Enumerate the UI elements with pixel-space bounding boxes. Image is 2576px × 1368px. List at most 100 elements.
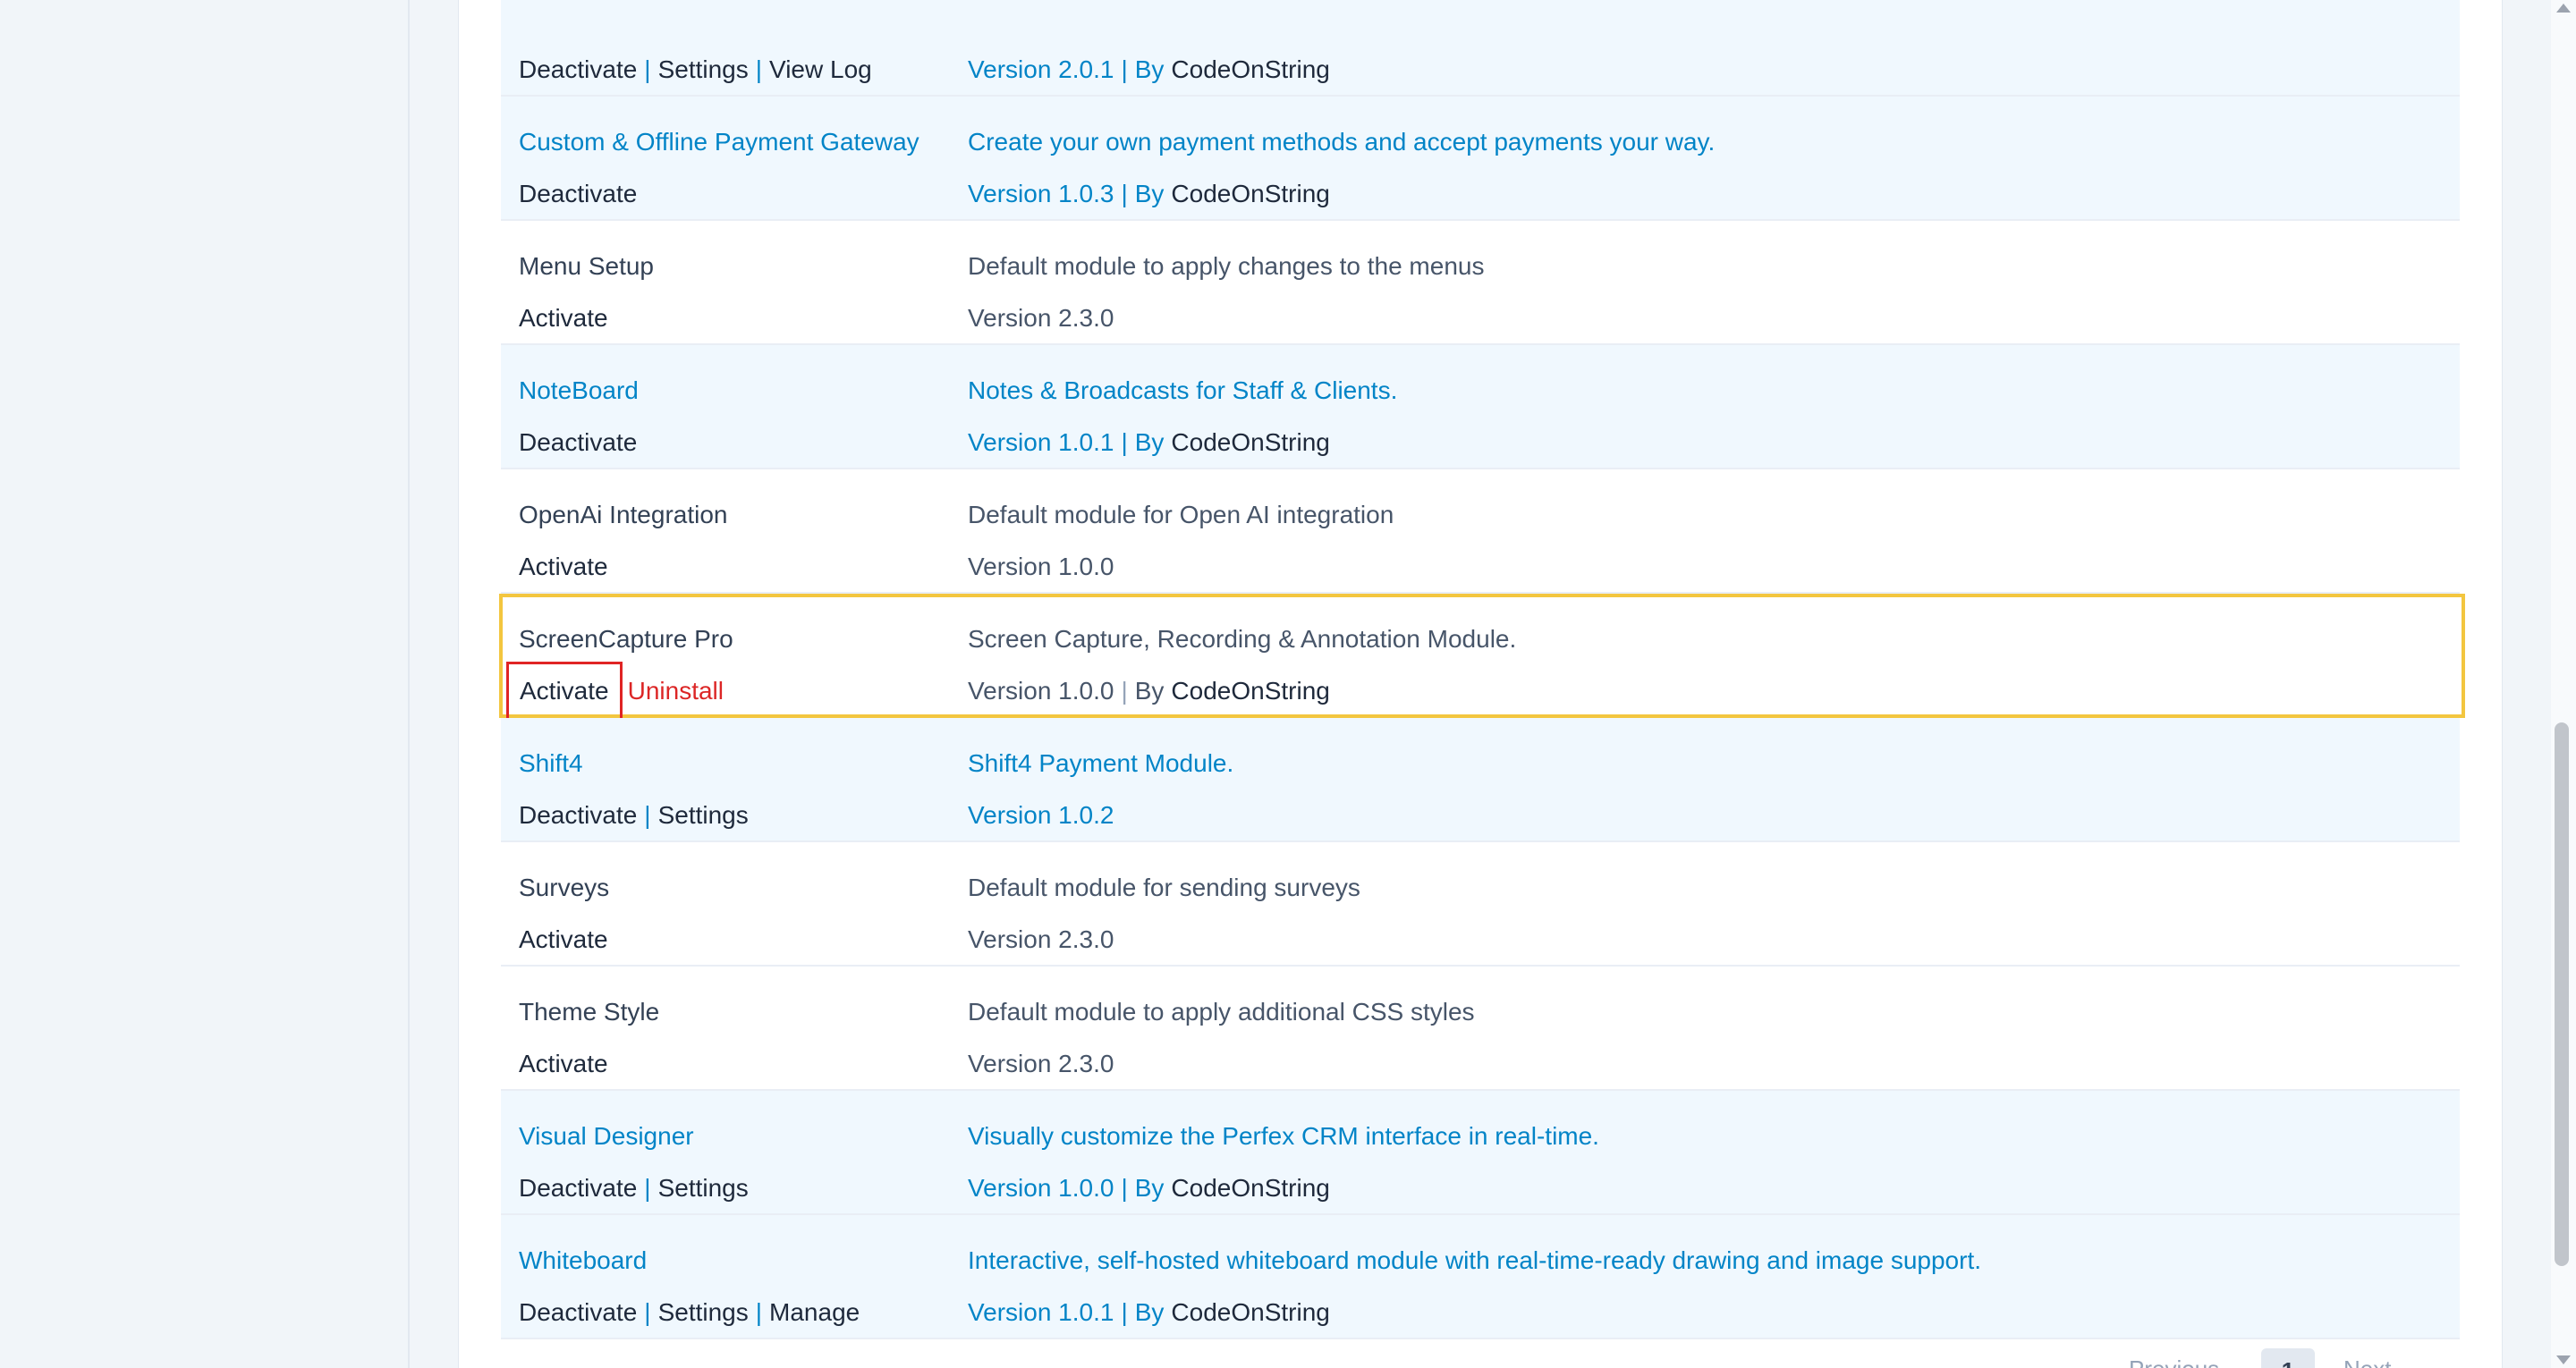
module-description: Screen Capture, Recording & Annotation M… (968, 625, 1517, 653)
module-name: ScreenCapture Pro (519, 625, 733, 653)
module-author: CodeOnString (1171, 180, 1330, 207)
module-actions: Deactivate | Settings (519, 798, 749, 833)
module-version-info: Version 1.0.2 (968, 798, 1114, 833)
scroll-up-arrow-icon[interactable] (2556, 4, 2571, 13)
module-version: Version 1.0.0 (968, 553, 1114, 580)
module-description: Interactive, self-hosted whiteboard modu… (968, 1246, 1982, 1274)
module-description: Default module to apply additional CSS s… (968, 998, 1475, 1026)
module-row: Surveys Activate Default module for sendin… (501, 842, 2460, 967)
module-version: Version 2.3.0 (968, 1050, 1114, 1077)
module-actions: Activate (519, 549, 608, 585)
module-actions: Deactivate (519, 176, 637, 212)
module-version-info: Version 2.3.0 (968, 300, 1114, 336)
view-log-link[interactable]: View Log (769, 55, 872, 83)
left-sidebar-area (0, 0, 410, 1368)
deactivate-link[interactable]: Deactivate (519, 180, 637, 207)
module-version: Version 2.3.0 (968, 304, 1114, 332)
deactivate-link[interactable]: Deactivate (519, 801, 637, 829)
activate-link[interactable]: Activate (519, 304, 608, 332)
by-label: By (1134, 428, 1165, 456)
module-author: CodeOnString (1171, 1174, 1330, 1202)
module-actions: Activate (519, 300, 608, 336)
deactivate-link[interactable]: Deactivate (519, 1298, 637, 1326)
module-author: CodeOnString (1171, 1298, 1330, 1326)
module-version-info: Version 1.0.0 | By CodeOnString (968, 673, 1330, 709)
module-version-info: Version 1.0.1 | By CodeOnString (968, 425, 1330, 460)
activate-link[interactable]: Activate (519, 1050, 608, 1077)
module-actions: Deactivate | Settings | Manage (519, 1295, 860, 1330)
module-version-info: Version 1.0.0 (968, 549, 1114, 585)
module-name: Custom & Offline Payment Gateway (519, 128, 919, 156)
module-row: Visual Designer Deactivate | Settings Visual… (501, 1091, 2460, 1215)
module-version: Version 1.0.1 (968, 1298, 1114, 1326)
activate-link[interactable]: Activate (519, 925, 608, 953)
manage-link[interactable]: Manage (769, 1298, 860, 1326)
deactivate-link[interactable]: Deactivate (519, 1174, 637, 1202)
action-separator: | (755, 55, 763, 83)
module-version-info: Version 2.3.0 (968, 922, 1114, 958)
version-separator: | (1121, 1174, 1128, 1202)
module-row: ScreenCapture Pro Activate Uninstall Screen… (499, 594, 2465, 721)
module-description: Visually customize the Perfex CRM interf… (968, 1122, 1599, 1150)
by-label: By (1134, 1298, 1165, 1326)
scroll-down-arrow-icon[interactable] (2556, 1355, 2571, 1364)
module-version-info: Version 1.0.0 | By CodeOnString (968, 1170, 1330, 1206)
module-row: Whiteboard Deactivate | Settings | Manage Inte… (501, 1215, 2460, 1339)
module-row: Menu Setup Activate Default module to appl… (501, 221, 2460, 345)
action-separator: | (644, 1174, 651, 1202)
version-separator: | (1121, 180, 1128, 207)
settings-link[interactable]: Settings (658, 1174, 749, 1202)
vertical-scrollbar[interactable] (2551, 0, 2576, 1368)
module-version: Version 1.0.0 (968, 677, 1114, 705)
module-name: Visual Designer (519, 1122, 694, 1150)
activate-link[interactable]: Activate (506, 662, 623, 721)
by-label: By (1134, 55, 1165, 83)
module-version-info: Version 2.3.0 (968, 1046, 1114, 1082)
module-name: Surveys (519, 874, 610, 901)
deactivate-link[interactable]: Deactivate (519, 55, 637, 83)
module-version-info: Version 1.0.3 | By CodeOnString (968, 176, 1330, 212)
module-actions: Deactivate | Settings | View Log (519, 52, 872, 88)
module-name: Theme Style (519, 998, 660, 1026)
module-actions: Deactivate | Settings (519, 1170, 749, 1206)
table-footer: Previous 1 Next (501, 1348, 2460, 1368)
module-row: OpenAi Integration Activate Default module… (501, 469, 2460, 594)
settings-link[interactable]: Settings (658, 55, 749, 83)
action-separator: | (644, 55, 651, 83)
pagination-page-1[interactable]: 1 (2261, 1348, 2315, 1368)
module-description: Shift4 Payment Module. (968, 749, 1234, 777)
modules-table: Deactivate | Settings | View Log Version 2.0.… (499, 0, 2465, 1339)
pagination-next[interactable]: Next (2343, 1355, 2391, 1368)
module-version: Version 1.0.2 (968, 801, 1114, 829)
settings-link[interactable]: Settings (658, 801, 749, 829)
by-label: By (1134, 180, 1165, 207)
module-name: Menu Setup (519, 252, 654, 280)
version-separator: | (1121, 1298, 1128, 1326)
module-author: CodeOnString (1171, 677, 1330, 705)
module-actions: Activate Uninstall (506, 662, 724, 721)
action-separator: | (755, 1298, 763, 1326)
module-version: Version 1.0.1 (968, 428, 1114, 456)
module-description: Default module for sending surveys (968, 874, 1360, 901)
module-row: NoteBoard Deactivate Notes & Broadcasts fo… (501, 345, 2460, 469)
module-description: Default module for Open AI integration (968, 501, 1394, 528)
module-version-info: Version 2.0.1 | By CodeOnString (968, 52, 1330, 88)
module-author: CodeOnString (1171, 428, 1330, 456)
activate-link[interactable]: Activate (519, 553, 608, 580)
settings-link[interactable]: Settings (658, 1298, 749, 1326)
deactivate-link[interactable]: Deactivate (519, 428, 637, 456)
by-label: By (1134, 677, 1165, 705)
module-actions: Deactivate (519, 425, 637, 460)
module-version: Version 1.0.3 (968, 180, 1114, 207)
module-name: Shift4 (519, 749, 583, 777)
module-row: Custom & Offline Payment Gateway Deactiva… (501, 97, 2460, 221)
pagination-previous[interactable]: Previous (2129, 1355, 2219, 1368)
action-separator: | (644, 1298, 651, 1326)
scrollbar-thumb[interactable] (2555, 722, 2569, 1266)
uninstall-link[interactable]: Uninstall (628, 677, 724, 705)
module-actions: Activate (519, 1046, 608, 1082)
version-separator: | (1121, 677, 1128, 705)
module-name: Whiteboard (519, 1246, 648, 1274)
version-separator: | (1121, 55, 1128, 83)
module-description: Notes & Broadcasts for Staff & Clients. (968, 376, 1398, 404)
